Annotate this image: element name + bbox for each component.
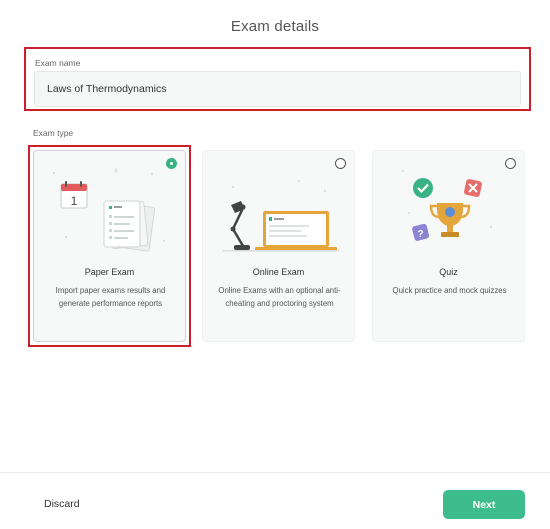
online-exam-card[interactable]: Online Exam Online Exams with an optiona… bbox=[202, 150, 355, 342]
quiz-description: Quick practice and mock quizzes bbox=[392, 286, 507, 295]
exam-type-label: Exam type bbox=[33, 128, 74, 138]
online-exam-description: Online Exams with an optional anti-cheat… bbox=[218, 286, 341, 308]
exam-name-label: Exam name bbox=[35, 58, 81, 68]
selected-card-highlight bbox=[28, 145, 191, 347]
exam-name-section: Exam name bbox=[24, 47, 531, 111]
quiz-card[interactable]: ? Quiz Quick practice and mock quizzes bbox=[372, 150, 525, 342]
discard-button[interactable]: Discard bbox=[44, 498, 80, 510]
online-exam-title: Online Exam bbox=[252, 267, 305, 277]
page-title: Exam details bbox=[230, 18, 320, 35]
quiz-title: Quiz bbox=[439, 267, 458, 277]
next-button[interactable]: Next bbox=[443, 490, 525, 519]
footer-divider bbox=[0, 472, 550, 473]
svg-text:?: ? bbox=[417, 229, 423, 240]
exam-name-input[interactable] bbox=[34, 71, 521, 107]
trophy-icon: ? bbox=[402, 170, 493, 241]
desk-lamp-laptop-icon bbox=[223, 180, 339, 252]
